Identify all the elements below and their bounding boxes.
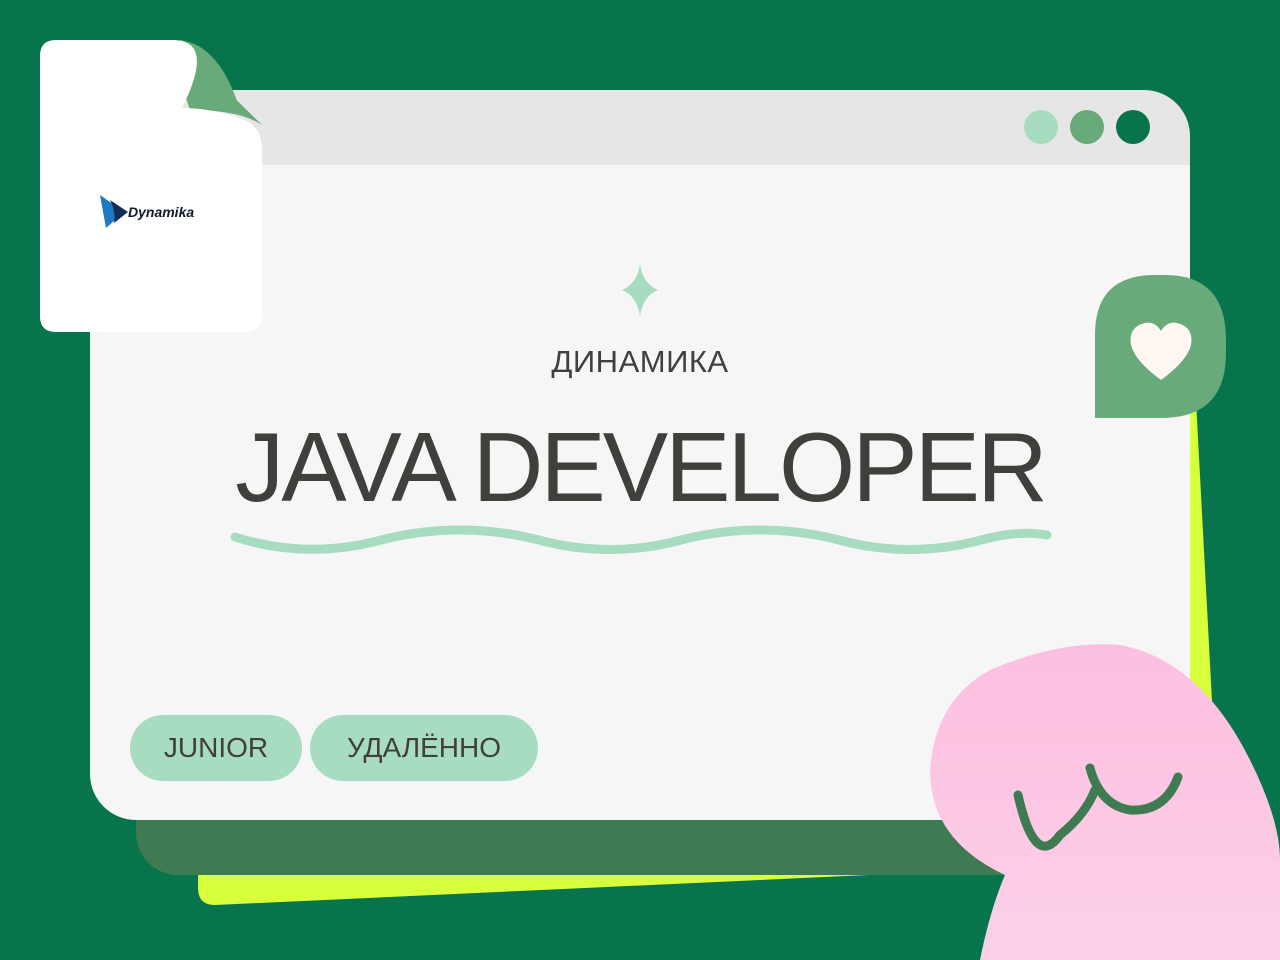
- vacancy-banner: Dynamika ДИНАМИКА JAVA DEVELOPER JUNIOR …: [0, 0, 1280, 960]
- wavy-underline: [230, 525, 1052, 554]
- heart-bubble[interactable]: [1095, 275, 1226, 418]
- tag-work-format[interactable]: УДАЛЁННО: [310, 715, 538, 781]
- company-name: ДИНАМИКА: [551, 344, 729, 379]
- window-dot-mid[interactable]: [1070, 110, 1104, 144]
- logo-wordmark: Dynamika: [128, 204, 195, 220]
- tag-level[interactable]: JUNIOR: [130, 715, 302, 781]
- job-title: JAVA DEVELOPER: [235, 412, 1047, 522]
- sparkle-icon: [622, 264, 658, 316]
- window-dot-light[interactable]: [1024, 110, 1058, 144]
- logo-card: [40, 40, 262, 332]
- window-dot-dark[interactable]: [1116, 110, 1150, 144]
